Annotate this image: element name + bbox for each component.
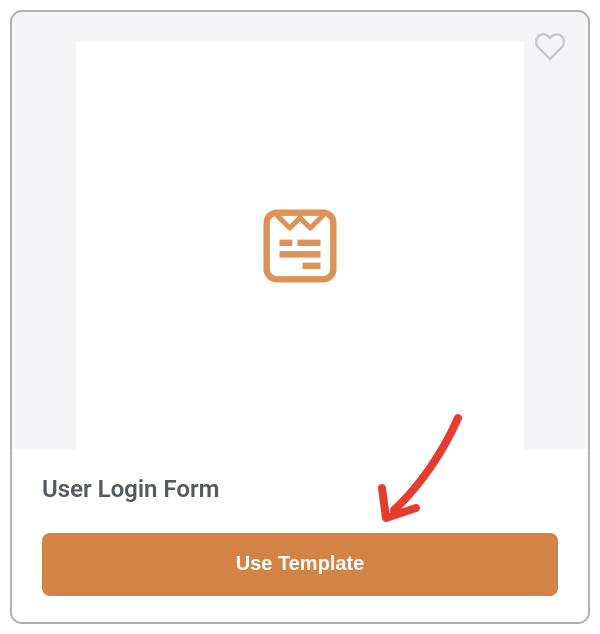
use-template-button[interactable]: Use Template [42,533,558,596]
form-icon [259,205,341,287]
use-template-label: Use Template [236,553,365,575]
template-title: User Login Form [42,475,558,503]
heart-icon [534,32,566,62]
card-footer: User Login Form Use Template [12,449,588,622]
preview-canvas [76,42,524,449]
template-card: User Login Form Use Template [10,10,590,624]
template-preview [12,12,588,449]
favorite-button[interactable] [534,32,566,66]
